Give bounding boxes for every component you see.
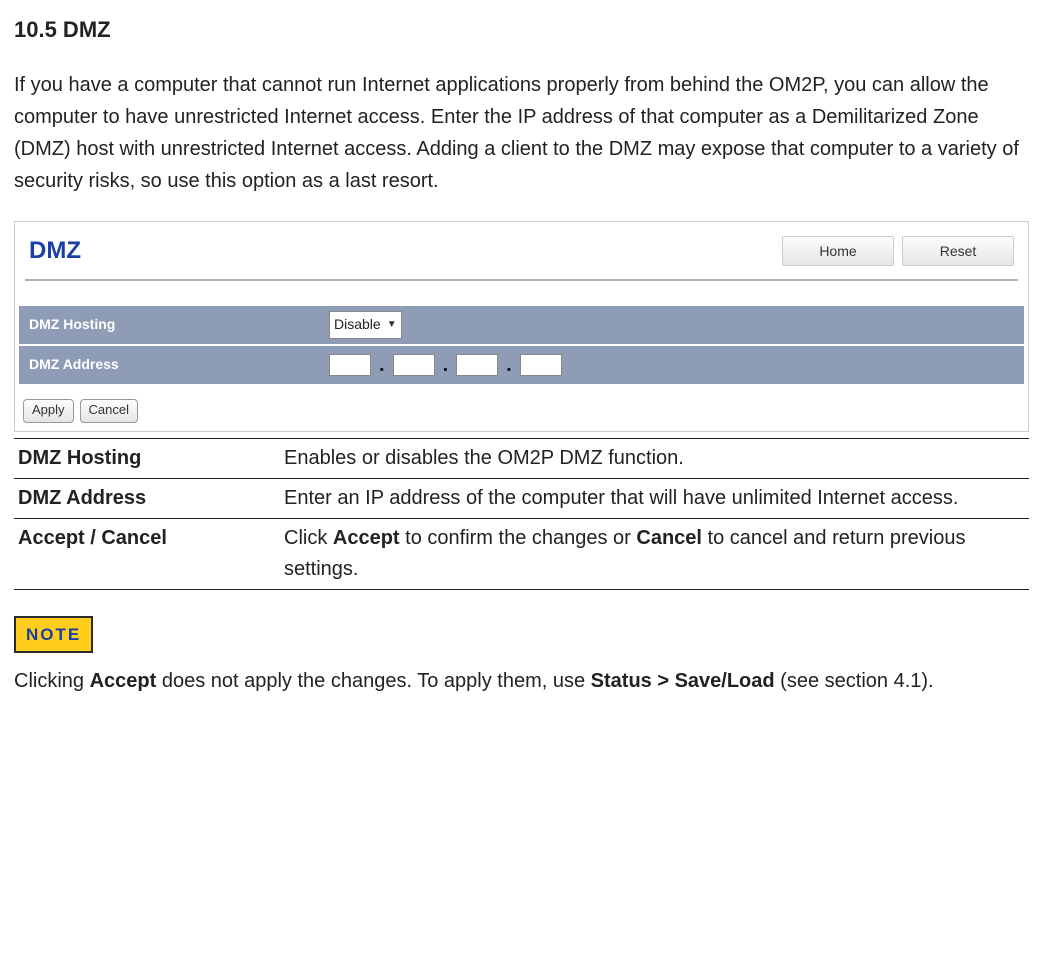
- def-term: DMZ Hosting: [14, 438, 280, 478]
- dmz-hosting-row: DMZ Hosting Disable ▼: [19, 305, 1024, 345]
- reset-button[interactable]: Reset: [902, 236, 1014, 266]
- ip-octet-1-input[interactable]: [329, 354, 371, 376]
- text: does not apply the changes. To apply the…: [156, 670, 590, 692]
- panel-action-row: Apply Cancel: [19, 385, 1024, 427]
- chevron-down-icon: ▼: [387, 317, 397, 333]
- panel-header-buttons: Home Reset: [782, 236, 1014, 266]
- section-heading: 10.5 DMZ: [14, 12, 1029, 47]
- dmz-hosting-label: DMZ Hosting: [19, 313, 329, 335]
- dmz-hosting-select[interactable]: Disable ▼: [329, 311, 402, 339]
- panel-header: DMZ Home Reset: [19, 226, 1024, 278]
- dmz-config-panel: DMZ Home Reset DMZ Hosting Disable ▼ DMZ…: [14, 221, 1029, 431]
- bold-accept: Accept: [90, 670, 157, 692]
- ip-octet-4-input[interactable]: [520, 354, 562, 376]
- bold-cancel: Cancel: [636, 527, 702, 549]
- table-row: Accept / Cancel Click Accept to confirm …: [14, 518, 1029, 589]
- ip-octet-2-input[interactable]: [393, 354, 435, 376]
- def-term: DMZ Address: [14, 478, 280, 518]
- dmz-address-input-group: . . .: [329, 349, 1024, 381]
- note-badge: NOTE: [14, 616, 93, 653]
- def-term: Accept / Cancel: [14, 518, 280, 589]
- ip-dot: .: [441, 349, 451, 381]
- intro-paragraph: If you have a computer that cannot run I…: [14, 69, 1029, 197]
- ip-dot: .: [504, 349, 514, 381]
- table-row: DMZ Address Enter an IP address of the c…: [14, 478, 1029, 518]
- def-desc: Click Accept to confirm the changes or C…: [280, 518, 1029, 589]
- ip-octet-3-input[interactable]: [456, 354, 498, 376]
- dmz-address-row: DMZ Address . . .: [19, 345, 1024, 385]
- home-button[interactable]: Home: [782, 236, 894, 266]
- cancel-button[interactable]: Cancel: [80, 399, 138, 423]
- text: to confirm the changes or: [400, 527, 637, 549]
- dmz-hosting-select-value: Disable: [334, 313, 381, 335]
- bold-status-save-load: Status > Save/Load: [591, 670, 775, 692]
- definitions-table: DMZ Hosting Enables or disables the OM2P…: [14, 438, 1029, 590]
- header-divider: [25, 279, 1018, 281]
- note-paragraph: Clicking Accept does not apply the chang…: [14, 665, 1029, 697]
- panel-title: DMZ: [29, 232, 81, 270]
- text: (see section 4.1).: [775, 670, 934, 692]
- ip-dot: .: [377, 349, 387, 381]
- dmz-address-label: DMZ Address: [19, 353, 329, 375]
- text: Clicking: [14, 670, 90, 692]
- apply-button[interactable]: Apply: [23, 399, 74, 423]
- def-desc: Enables or disables the OM2P DMZ functio…: [280, 438, 1029, 478]
- text: Click: [284, 527, 333, 549]
- def-desc: Enter an IP address of the computer that…: [280, 478, 1029, 518]
- bold-accept: Accept: [333, 527, 400, 549]
- table-row: DMZ Hosting Enables or disables the OM2P…: [14, 438, 1029, 478]
